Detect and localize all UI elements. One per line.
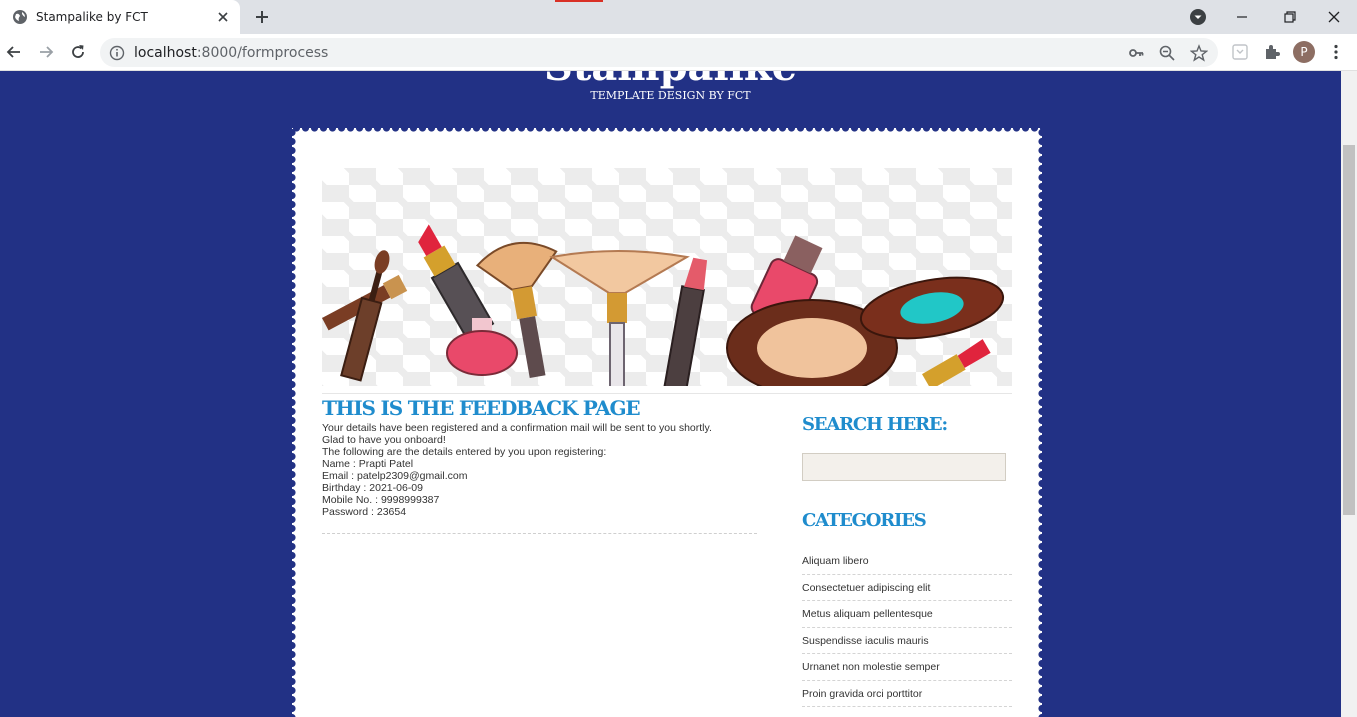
stamp-content-card: THIS IS THE FEEDBACK PAGE Your details h… [288, 124, 1046, 717]
info-icon[interactable] [109, 45, 125, 61]
tab-title: Stampalike by FCT [36, 10, 148, 24]
category-link[interactable]: Suspendisse iaculis mauris [802, 628, 1012, 654]
extension-app-icon[interactable] [1231, 43, 1249, 61]
detail-mobile: Mobile No. : 9998999387 [322, 494, 440, 506]
profile-avatar[interactable]: P [1293, 41, 1315, 63]
close-tab-icon[interactable] [214, 8, 232, 26]
detail-password: Password : 23654 [322, 506, 407, 518]
minimize-icon[interactable] [1232, 8, 1252, 26]
scrollbar-thumb[interactable] [1343, 145, 1355, 515]
forward-arrow-icon[interactable] [36, 42, 56, 62]
content-divider [322, 533, 757, 534]
search-heading: SEARCH HERE: [802, 414, 948, 435]
address-bar[interactable]: localhost:8000/formprocess [100, 38, 1218, 67]
new-tab-icon[interactable] [252, 7, 272, 27]
site-tagline: TEMPLATE DESIGN BY FCT [590, 89, 751, 102]
detail-name: Name : Prapti Patel [322, 458, 414, 470]
category-link[interactable]: Consectetuer adipiscing elit [802, 575, 1012, 601]
category-link[interactable]: Aliquam libero [802, 548, 1012, 575]
tab-search-icon[interactable] [1189, 8, 1207, 26]
categories-list: Aliquam libero Consectetuer adipiscing e… [802, 548, 1012, 707]
tab-indicator [555, 0, 603, 2]
makeup-illustration [322, 224, 1005, 386]
restore-icon[interactable] [1280, 7, 1300, 27]
detail-email: Email : patelp2309@gmail.com [322, 470, 468, 482]
feedback-details: Your details have been registered and a … [322, 422, 752, 518]
confirmation-text: Your details have been registered and a … [322, 422, 712, 434]
globe-icon [13, 10, 27, 24]
category-link[interactable]: Urnanet non molestie semper [802, 654, 1012, 681]
category-link[interactable]: Metus aliquam pellentesque [802, 601, 1012, 628]
key-icon[interactable] [1127, 44, 1145, 62]
categories-heading: CATEGORIES [802, 510, 927, 531]
close-window-icon[interactable] [1324, 7, 1344, 27]
url-text: localhost:8000/formprocess [134, 45, 329, 61]
page-scrollbar[interactable] [1341, 71, 1357, 717]
more-menu-icon[interactable] [1327, 43, 1345, 61]
details-intro-text: The following are the details entered by… [322, 446, 607, 458]
bookmark-star-icon[interactable] [1190, 44, 1208, 62]
browser-tab[interactable]: Stampalike by FCT [0, 0, 240, 34]
back-arrow-icon[interactable] [4, 42, 24, 62]
welcome-text: Glad to have you onboard! [322, 434, 446, 446]
reload-icon[interactable] [68, 42, 88, 62]
detail-birthday: Birthday : 2021-06-09 [322, 482, 423, 494]
browser-tab-strip: Stampalike by FCT [0, 0, 1357, 34]
extensions-puzzle-icon[interactable] [1263, 43, 1281, 61]
page-viewport: Stampalike TEMPLATE DESIGN BY FCT [0, 71, 1341, 717]
category-link[interactable]: Proin gravida orci porttitor [802, 681, 1012, 707]
browser-toolbar: localhost:8000/formprocess P [0, 34, 1357, 71]
page-title: THIS IS THE FEEDBACK PAGE [322, 396, 641, 420]
site-title: Stampalike [0, 71, 1341, 91]
cosmetics-banner-image [322, 168, 1012, 386]
banner-divider [322, 393, 1012, 394]
stamp-perforation [292, 124, 1042, 132]
search-input[interactable] [802, 453, 1006, 481]
zoom-out-icon[interactable] [1158, 44, 1176, 62]
